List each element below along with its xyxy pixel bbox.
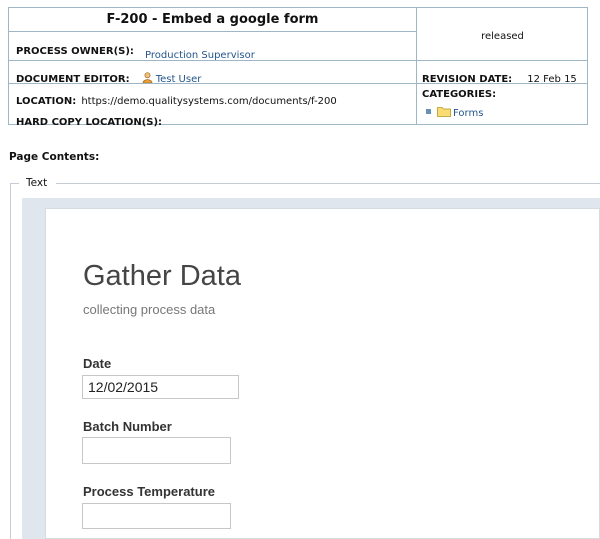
- question-label-date: Date: [83, 356, 112, 371]
- process-temperature-input[interactable]: [82, 503, 231, 529]
- process-owner-link[interactable]: Production Supervisor: [145, 50, 255, 61]
- question-label-batch-number: Batch Number: [83, 419, 172, 434]
- row-divider: [9, 60, 587, 61]
- section-legend: Text: [26, 177, 48, 189]
- form-description: collecting process data: [83, 302, 216, 317]
- document-title: F-200 - Embed a google form: [106, 12, 319, 27]
- hard-copy-location-label: HARD COPY LOCATION(S):: [16, 117, 163, 128]
- page-contents-heading: Page Contents:: [9, 151, 100, 163]
- revision-date-label: REVISION DATE:: [422, 74, 513, 85]
- column-divider: [416, 8, 417, 124]
- question-label-process-temperature: Process Temperature: [83, 484, 215, 499]
- batch-number-input[interactable]: [82, 437, 231, 464]
- location-label: LOCATION:: [16, 96, 77, 107]
- revision-date-value: 12 Feb 15: [527, 74, 577, 85]
- date-input[interactable]: 12/02/2015: [82, 375, 239, 399]
- fieldset-border: [56, 183, 600, 184]
- fieldset-border: [10, 183, 11, 539]
- form-title: Gather Data: [83, 260, 241, 292]
- categories-label: CATEGORIES:: [422, 89, 497, 100]
- user-icon: [142, 72, 153, 83]
- category-forms-link[interactable]: Forms: [453, 108, 483, 119]
- document-status: released: [481, 31, 524, 42]
- category-item[interactable]: Forms: [426, 101, 496, 120]
- document-editor-link[interactable]: Test User: [156, 74, 202, 85]
- folder-icon: [437, 107, 451, 117]
- document-editor-label: DOCUMENT EDITOR:: [16, 74, 130, 85]
- location-value: https://demo.qualitysystems.com/document…: [81, 96, 337, 107]
- bullet-icon: [426, 109, 431, 114]
- document-editor[interactable]: Test User: [142, 67, 202, 86]
- fieldset-border: [10, 183, 19, 184]
- process-owner-label: PROCESS OWNER(S):: [16, 46, 134, 57]
- document-header-table: F-200 - Embed a google form released PRO…: [8, 7, 588, 128]
